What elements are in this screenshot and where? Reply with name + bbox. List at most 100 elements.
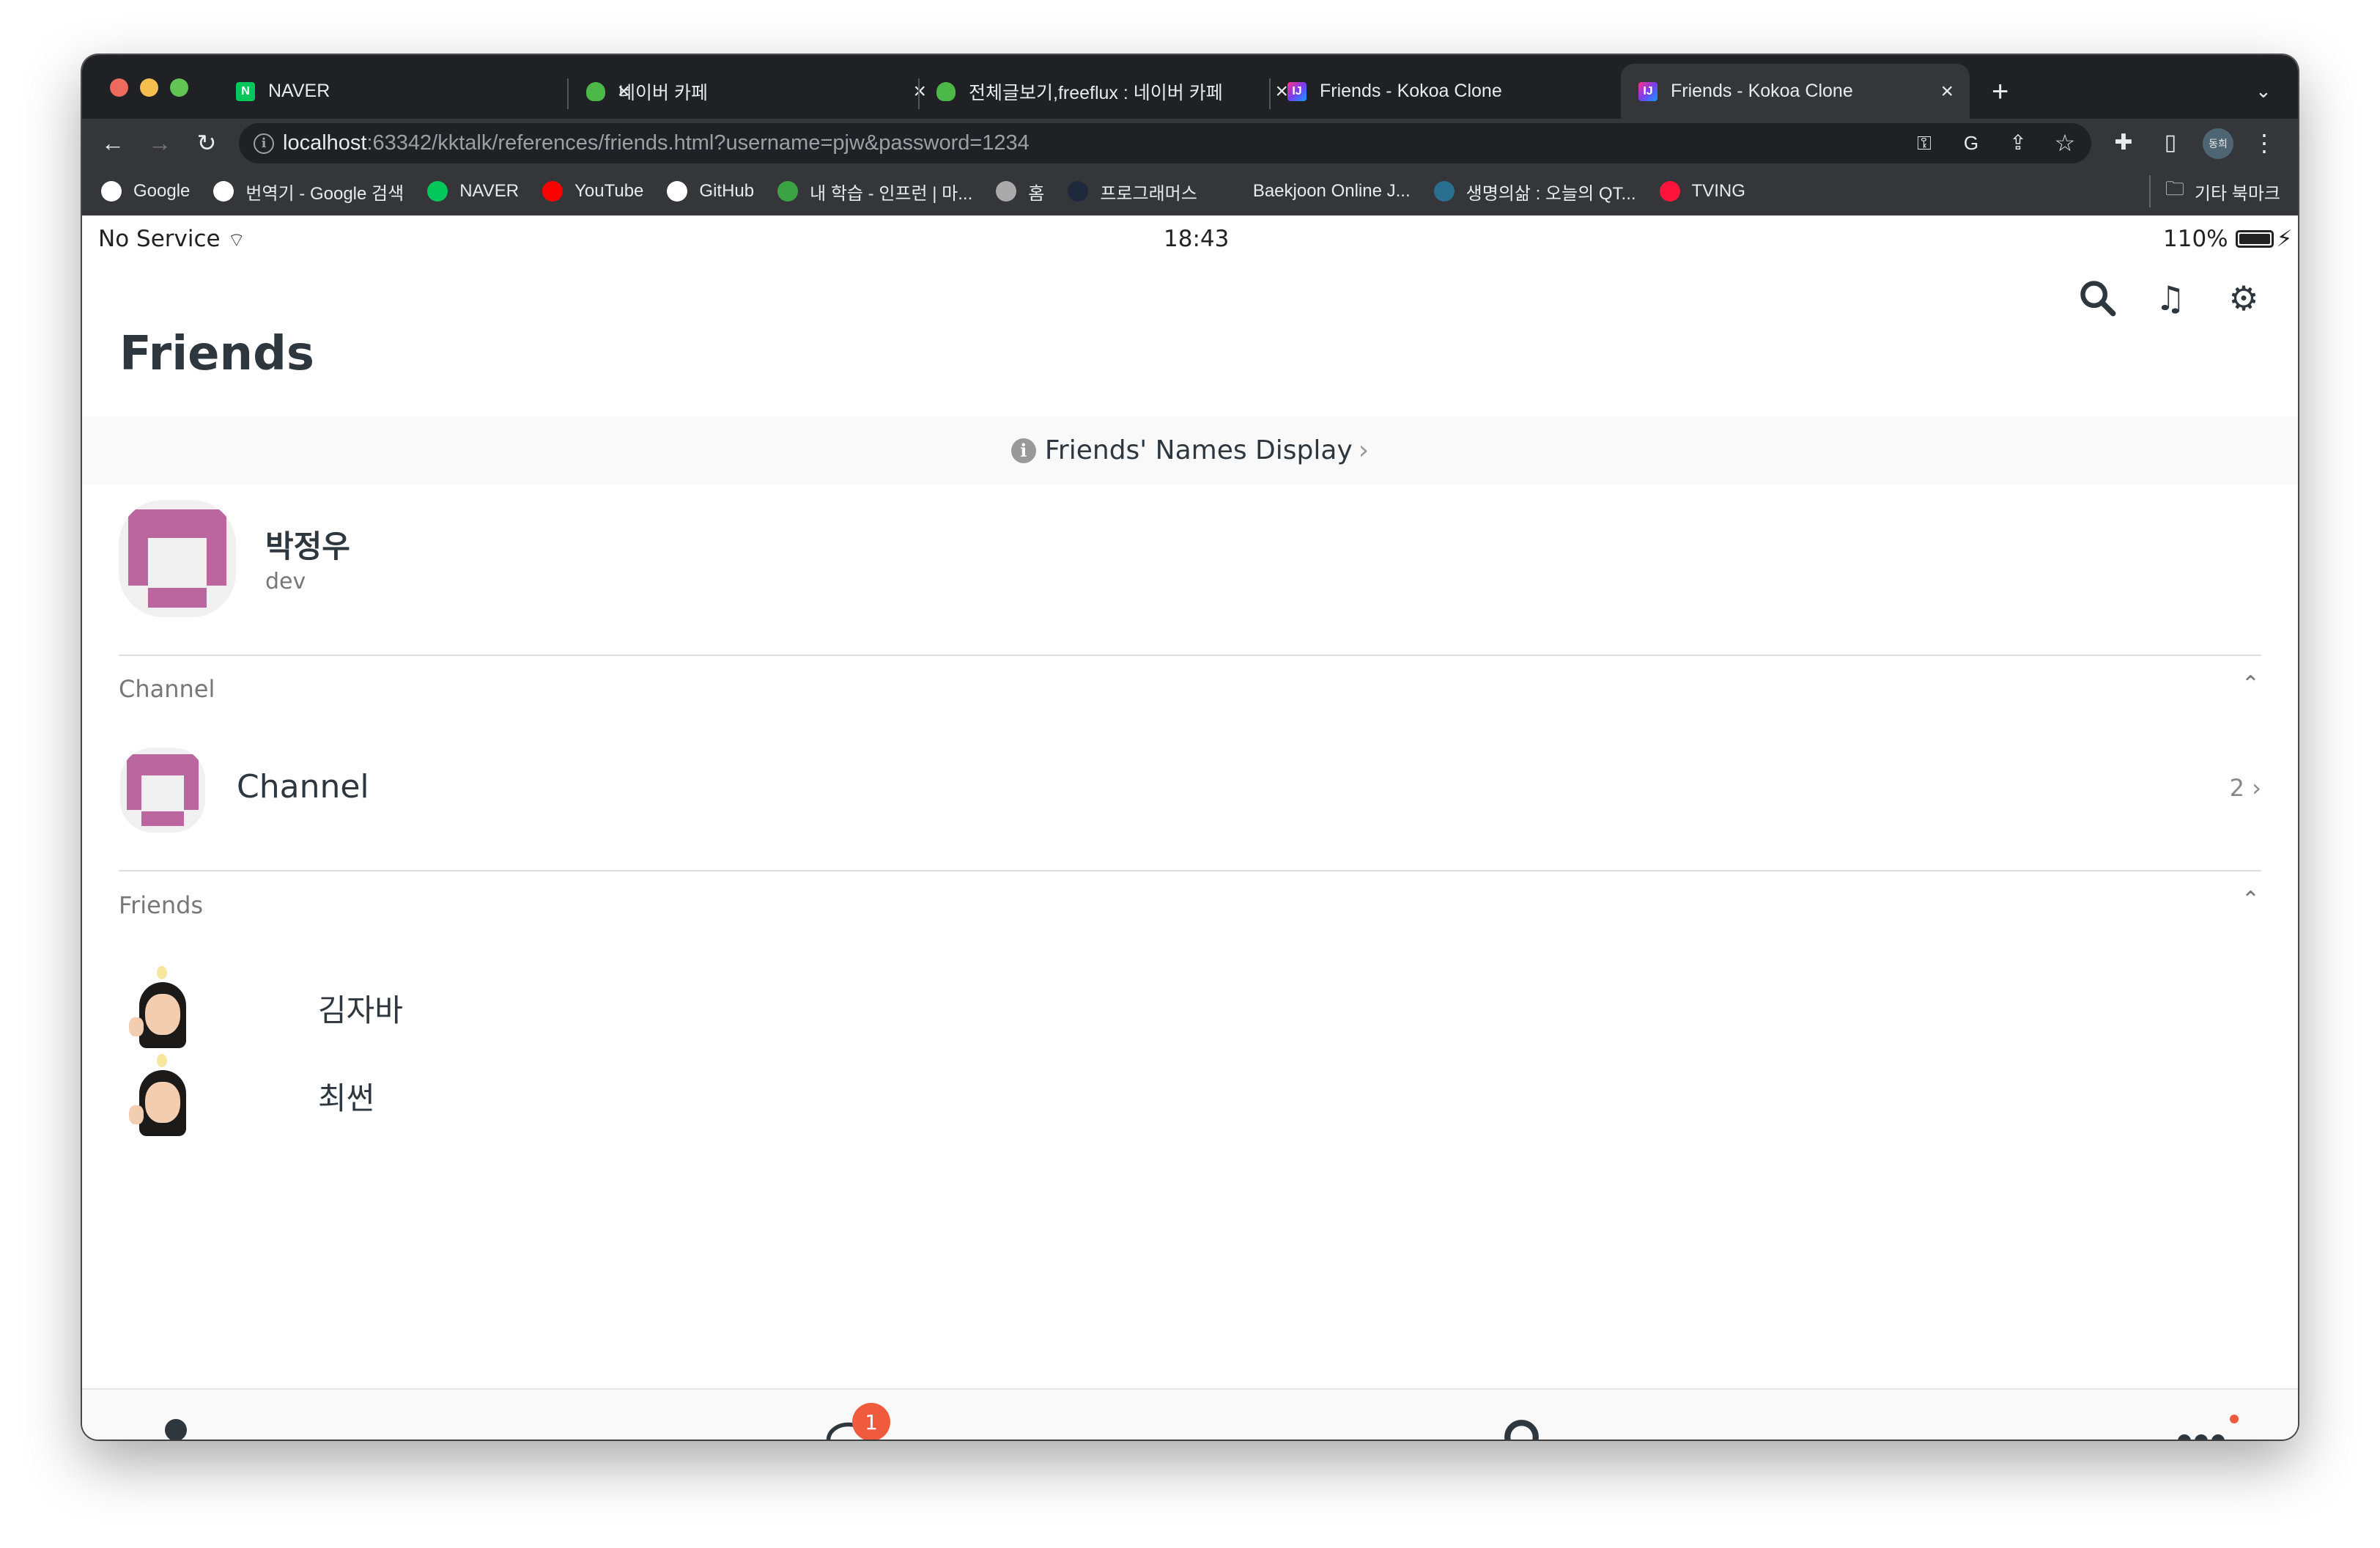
bookmark-star-icon[interactable]: ☆ (2050, 129, 2080, 157)
profile-avatar[interactable] (119, 500, 236, 617)
tab-title: Friends - Kokoa Clone (1320, 81, 1502, 101)
inflearn-icon (777, 181, 799, 202)
folder-icon: 🗀 (2165, 177, 2184, 199)
channel-item-label[interactable]: Channel (237, 768, 369, 806)
other-bookmarks-folder[interactable]: 🗀 기타 북마크 (2148, 175, 2280, 207)
channel-avatar[interactable] (120, 748, 205, 833)
close-tab-icon[interactable]: × (1940, 79, 1954, 104)
wifi-icon: ⌔ (227, 229, 245, 251)
bookmark-item[interactable]: 홈 (996, 179, 1044, 204)
bookmark-label: TVING (1691, 181, 1745, 201)
share-icon[interactable]: ⇪ (2003, 129, 2033, 157)
chat-badge: 1 (852, 1403, 890, 1440)
address-bar[interactable]: i localhost:63342/kktalk/references/frie… (239, 123, 2091, 163)
status-carrier: No Service ⌔ (98, 226, 245, 252)
channel-count[interactable]: 2 › (2230, 774, 2261, 802)
bookmark-item[interactable]: 내 학습 - 인프런 | 마... (777, 179, 972, 204)
reload-icon[interactable]: ↻ (192, 129, 221, 157)
intellij-icon: IJ (1638, 81, 1658, 101)
naver-icon: N (236, 81, 255, 101)
bookmark-item[interactable]: Google (101, 181, 190, 202)
profile-avatar[interactable]: 동희 (2203, 128, 2233, 159)
intellij-icon: IJ (1287, 81, 1307, 101)
bookmark-item[interactable]: Baekjoon Online J... (1220, 181, 1411, 202)
bookmark-item[interactable]: TVING (1659, 181, 1745, 202)
tab-freeflux[interactable]: 전체글보기,freeflux : 네이버 카페 × (936, 64, 1347, 119)
baekjoon-icon (1220, 181, 1241, 202)
banner-text: Friends' Names Display (1044, 435, 1353, 465)
collapse-chevron-up-icon[interactable]: ⌃ (2242, 887, 2260, 913)
naver-cafe-icon (936, 81, 956, 101)
names-display-banner[interactable]: i Friends' Names Display › (82, 416, 2298, 484)
browser-window: N NAVER × 네이버 카페 × 전체글보기,freeflux : 네이버 … (82, 55, 2298, 1440)
close-window-button[interactable] (110, 78, 128, 97)
info-icon: i (1010, 438, 1036, 463)
nav-chats-bubble-icon[interactable]: 1 (816, 1403, 890, 1440)
friend-avatar-memoji-icon[interactable] (128, 966, 201, 1054)
bookmark-item[interactable]: NAVER (427, 181, 519, 202)
close-tab-icon[interactable]: × (913, 79, 926, 104)
bookmark-item[interactable]: GitHub (667, 181, 754, 202)
bookmark-label: 생명의삶 : 오늘의 QT... (1466, 183, 1636, 204)
toolbar: ← → ↻ i localhost:63342/kktalk/reference… (82, 119, 2298, 167)
password-key-icon[interactable]: ⚿ (1910, 129, 1939, 157)
back-icon[interactable]: ← (98, 129, 128, 157)
site-info-icon[interactable]: i (254, 133, 274, 154)
settings-gear-icon[interactable]: ⚙ (2222, 279, 2266, 322)
collapse-chevron-up-icon[interactable]: ⌃ (2242, 671, 2260, 697)
tab-bar: N NAVER × 네이버 카페 × 전체글보기,freeflux : 네이버 … (82, 55, 2298, 119)
bookmark-label: Baekjoon Online J... (1252, 181, 1411, 201)
chevron-right-icon: › (1358, 435, 1370, 465)
side-panel-icon[interactable]: ▯ (2156, 129, 2185, 157)
page-title: Friends (119, 327, 314, 381)
tab-friends-active[interactable]: IJ Friends - Kokoa Clone × (1621, 64, 1970, 119)
friend-avatar-memoji-icon[interactable] (128, 1054, 201, 1142)
profile-name: 박정우 (265, 528, 350, 564)
menu-kebab-icon[interactable]: ⋮ (2250, 129, 2279, 157)
qt-icon (1433, 181, 1455, 202)
tab-search-chevron-icon[interactable]: ⌄ (2255, 80, 2272, 103)
github-icon (667, 181, 688, 202)
bookmark-item[interactable]: YouTube (542, 181, 643, 202)
channel-section-title: Channel (119, 675, 215, 703)
bottom-tab-bar: 1 (82, 1388, 2298, 1440)
nav-friends-user-icon[interactable] (143, 1412, 209, 1440)
status-battery: 110% ⚡ (2163, 226, 2293, 252)
profile-status: dev (265, 569, 306, 594)
tab-naver-cafe[interactable]: 네이버 카페 × (586, 64, 997, 119)
bookmark-item[interactable]: 생명의삶 : 오늘의 QT... (1433, 179, 1636, 204)
new-tab-button[interactable]: + (1992, 75, 2008, 108)
google-icon (213, 181, 234, 202)
search-icon[interactable] (2075, 279, 2119, 322)
globe-icon (996, 181, 1017, 202)
url-path: :63342/kktalk/references/friends.html?us… (366, 131, 1030, 155)
notification-dot (2230, 1415, 2239, 1423)
battery-icon (2235, 230, 2274, 248)
extensions-icon[interactable]: ✚ (2109, 129, 2138, 157)
nav-search-icon[interactable] (1493, 1412, 1559, 1440)
minimize-window-button[interactable] (140, 78, 158, 97)
translate-icon[interactable]: G (1956, 129, 1986, 157)
charging-bolt-icon: ⚡ (2276, 226, 2293, 252)
naver-icon (427, 181, 448, 202)
friend-name[interactable]: 최썬 (318, 1074, 374, 1118)
other-bookmarks-label: 기타 북마크 (2194, 183, 2280, 204)
naver-cafe-icon (586, 81, 605, 101)
bookmark-label: GitHub (699, 181, 755, 201)
forward-icon[interactable]: → (145, 129, 174, 157)
bookmark-item[interactable]: 프로그래머스 (1068, 179, 1197, 204)
zoom-window-button[interactable] (170, 78, 188, 97)
tab-title: 네이버 카페 (618, 82, 708, 103)
app-page: No Service ⌔ 18:43 110% ⚡ Friends ♫ ⚙ i … (82, 217, 2298, 1440)
divider (119, 870, 2261, 871)
bookmark-label: YouTube (574, 181, 644, 201)
programmers-icon (1068, 181, 1089, 202)
bookmarks-bar: Google 번역기 - Google 검색 NAVER YouTube GitHub 내… (82, 167, 2298, 215)
bookmark-item[interactable]: 번역기 - Google 검색 (213, 179, 404, 204)
close-tab-icon[interactable]: × (1275, 79, 1288, 104)
friend-name[interactable]: 김자바 (318, 986, 403, 1031)
tab-naver[interactable]: N NAVER × (236, 64, 646, 119)
nav-more-dots-icon[interactable] (2168, 1412, 2239, 1440)
bookmark-label: 홈 (1028, 183, 1045, 204)
music-icon[interactable]: ♫ (2148, 279, 2192, 322)
